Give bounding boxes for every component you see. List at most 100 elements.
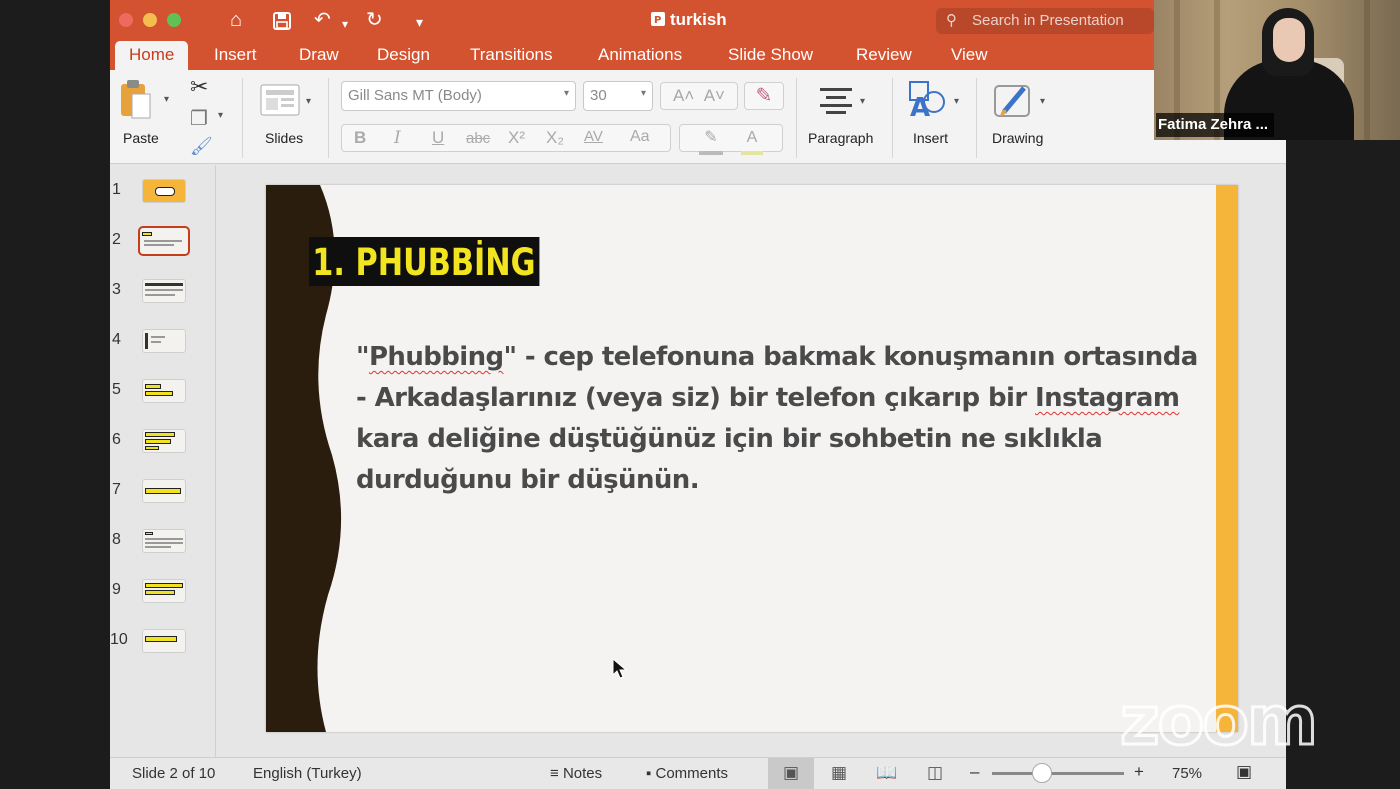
slides-dropdown-icon[interactable]: ▾ — [306, 96, 311, 107]
superscript-button[interactable]: X² — [508, 128, 525, 148]
presentation-icon: ◫ — [926, 763, 944, 782]
underline-button[interactable]: U — [432, 128, 444, 148]
tab-insert[interactable]: Insert — [214, 45, 257, 65]
slide-sorter-button[interactable]: ▦ — [816, 758, 862, 789]
curtain-fold — [1364, 0, 1370, 140]
comment-icon: ▪ — [646, 765, 652, 782]
ribbon-separator — [976, 78, 977, 158]
undo-dropdown-icon[interactable]: ▾ — [342, 12, 348, 36]
drawing-button[interactable] — [994, 82, 1034, 125]
zoom-level[interactable]: 75% — [1172, 765, 1202, 782]
insert-button[interactable]: A — [908, 80, 948, 125]
slide-title[interactable]: 1. PHUBBİNG — [309, 237, 540, 286]
zoom-window-button[interactable] — [167, 13, 181, 27]
shrink-font-button[interactable]: A˅ — [704, 86, 725, 105]
highlight-color-icon[interactable]: ✎ — [699, 125, 723, 155]
slides-label: Slides — [265, 130, 304, 146]
close-window-button[interactable] — [119, 13, 133, 27]
copy-dropdown-icon[interactable]: ▾ — [218, 110, 223, 121]
tab-view[interactable]: View — [951, 45, 988, 65]
slide-counter: Slide 2 of 10 — [132, 765, 216, 782]
slide-thumbnail-6[interactable] — [142, 429, 186, 453]
drawing-dropdown-icon[interactable]: ▾ — [1040, 96, 1045, 107]
slide-thumbnail-10[interactable] — [142, 629, 186, 653]
italic-button[interactable]: I — [394, 128, 401, 148]
slide-thumbnails-pane: 1 2 3 4 5 6 7 8 9 10 — [110, 165, 216, 757]
reading-view-button[interactable]: 📖 — [864, 758, 910, 789]
grow-font-button[interactable]: A˄ — [673, 86, 694, 105]
fit-window-icon: ▣ — [1236, 762, 1253, 781]
tab-design[interactable]: Design — [377, 45, 430, 65]
slide-body-text[interactable]: "Phubbing" - cep telefonuna bakmak konuş… — [356, 337, 1216, 501]
zoom-slider-thumb[interactable] — [1032, 763, 1052, 783]
paragraph-dropdown-icon[interactable]: ▾ — [860, 96, 865, 107]
slide-thumbnail-1[interactable] — [142, 179, 186, 203]
shapes-icon: A — [909, 81, 945, 123]
font-style-group — [341, 124, 671, 152]
tab-draw[interactable]: Draw — [299, 45, 339, 65]
participant-video[interactable]: Fatima Zehra ... — [1154, 0, 1400, 140]
strikethrough-button[interactable]: abc — [466, 130, 490, 147]
character-spacing-button[interactable]: AV — [584, 128, 603, 145]
insert-dropdown-icon[interactable]: ▾ — [954, 96, 959, 107]
slide-show-button[interactable]: ◫ — [912, 758, 958, 789]
paste-dropdown-icon[interactable]: ▾ — [164, 94, 169, 105]
language-indicator[interactable]: English (Turkey) — [253, 765, 362, 782]
undo-icon[interactable]: ↶ — [314, 8, 331, 32]
participant-name: Fatima Zehra ... — [1156, 113, 1275, 137]
change-case-button[interactable]: Aa — [630, 128, 650, 146]
tab-home[interactable]: Home — [115, 41, 189, 71]
body-text-segment: kara deliğine düştüğünüz için bir sohbet… — [356, 424, 1103, 495]
zoom-in-button[interactable]: + — [1134, 762, 1144, 782]
font-name-value: Gill Sans MT (Body) — [348, 87, 482, 104]
minimize-window-button[interactable] — [143, 13, 157, 27]
bold-button[interactable]: B — [354, 128, 366, 148]
paragraph-button[interactable] — [818, 86, 854, 119]
clear-formatting-button[interactable]: ✎ — [744, 82, 784, 110]
subscript-button[interactable]: X₂ — [546, 128, 564, 148]
normal-view-icon: ▣ — [782, 763, 800, 782]
redo-icon[interactable]: ↻ — [366, 8, 383, 32]
tab-transitions[interactable]: Transitions — [470, 45, 553, 65]
zoom-out-button[interactable]: – — [970, 762, 979, 782]
font-name-select[interactable]: Gill Sans MT (Body) ▾ — [341, 81, 576, 111]
slide-thumbnail-5[interactable] — [142, 379, 186, 403]
insert-label: Insert — [913, 130, 949, 146]
slide-thumbnail-8[interactable] — [142, 529, 186, 553]
search-input[interactable]: ⚲ Search in Presentation — [936, 8, 1154, 34]
font-color-icon[interactable]: A — [741, 125, 763, 155]
home-icon[interactable]: ⌂ — [230, 8, 242, 32]
slide-thumbnail-7[interactable] — [142, 479, 186, 503]
new-slide-button[interactable] — [260, 84, 300, 121]
notes-button[interactable]: ≡ Notes — [550, 765, 602, 782]
zoom-slider-track[interactable] — [992, 772, 1124, 775]
slide-layout-icon — [260, 84, 300, 116]
customize-toolbar-icon[interactable]: ▾ — [416, 10, 423, 34]
tab-slide-show[interactable]: Slide Show — [728, 45, 813, 65]
slide-thumbnail-3[interactable] — [142, 279, 186, 303]
participant-face — [1273, 18, 1305, 62]
ribbon-separator — [242, 78, 243, 158]
copy-icon[interactable]: ❐ — [190, 106, 208, 131]
normal-view-button[interactable]: ▣ — [768, 758, 814, 789]
slide-thumbnail-4[interactable] — [142, 329, 186, 353]
font-size-select[interactable]: 30 ▾ — [583, 81, 653, 111]
powerpoint-window: ⌂ ↶ ▾ ↻ ▾ Pturkish ⚲ Search in Presentat… — [110, 0, 1286, 789]
color-group: ✎ A — [679, 124, 783, 155]
save-icon[interactable] — [272, 8, 292, 37]
slide-thumbnail-9[interactable] — [142, 579, 186, 603]
comments-button[interactable]: ▪ Comments — [646, 765, 728, 782]
book-icon: 📖 — [876, 763, 898, 782]
slide-thumbnail-2[interactable] — [138, 226, 190, 256]
thumbnail-number: 8 — [112, 531, 121, 548]
paste-button[interactable] — [118, 78, 154, 127]
tab-review[interactable]: Review — [856, 45, 912, 65]
format-painter-icon[interactable]: 🖌 — [190, 136, 213, 157]
slide-canvas[interactable]: 1. PHUBBİNG "Phubbing" - cep telefonuna … — [217, 165, 1286, 757]
current-slide[interactable]: 1. PHUBBİNG "Phubbing" - cep telefonuna … — [266, 185, 1238, 732]
cut-icon[interactable]: ✂ — [190, 74, 208, 100]
drawing-label: Drawing — [992, 130, 1044, 146]
fit-to-window-button[interactable]: ▣ — [1236, 762, 1252, 782]
tab-animations[interactable]: Animations — [598, 45, 682, 65]
ribbon-separator — [328, 78, 329, 158]
